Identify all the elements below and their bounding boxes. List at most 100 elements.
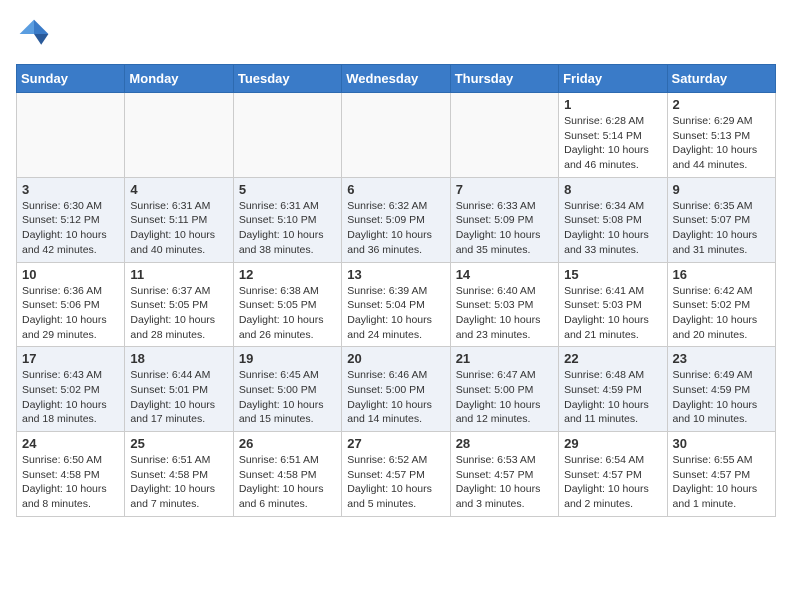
calendar-week-row: 1 Sunrise: 6:28 AM Sunset: 5:14 PM Daylig… bbox=[17, 93, 776, 178]
calendar-week-row: 17 Sunrise: 6:43 AM Sunset: 5:02 PM Dayli… bbox=[17, 347, 776, 432]
weekday-header: Friday bbox=[559, 65, 667, 93]
calendar-cell: 11 Sunrise: 6:37 AM Sunset: 5:05 PM Dayli… bbox=[125, 262, 233, 347]
day-number: 17 bbox=[22, 351, 119, 366]
day-info: Sunrise: 6:42 AM Sunset: 5:02 PM Dayligh… bbox=[673, 284, 770, 343]
day-number: 29 bbox=[564, 436, 661, 451]
calendar-cell: 1 Sunrise: 6:28 AM Sunset: 5:14 PM Daylig… bbox=[559, 93, 667, 178]
day-info: Sunrise: 6:34 AM Sunset: 5:08 PM Dayligh… bbox=[564, 199, 661, 258]
calendar-cell: 26Sunrise: 6:51 AM Sunset: 4:58 PM Dayli… bbox=[233, 432, 341, 517]
day-number: 25 bbox=[130, 436, 227, 451]
day-number: 20 bbox=[347, 351, 444, 366]
page-header bbox=[16, 16, 776, 52]
day-info: Sunrise: 6:53 AM Sunset: 4:57 PM Dayligh… bbox=[456, 453, 553, 512]
calendar-cell: 4 Sunrise: 6:31 AM Sunset: 5:11 PM Daylig… bbox=[125, 177, 233, 262]
calendar-cell: 12 Sunrise: 6:38 AM Sunset: 5:05 PM Dayli… bbox=[233, 262, 341, 347]
calendar-cell: 21Sunrise: 6:47 AM Sunset: 5:00 PM Dayli… bbox=[450, 347, 558, 432]
day-info: Sunrise: 6:30 AM Sunset: 5:12 PM Dayligh… bbox=[22, 199, 119, 258]
weekday-header: Tuesday bbox=[233, 65, 341, 93]
calendar-cell: 23 Sunrise: 6:49 AM Sunset: 4:59 PM Dayli… bbox=[667, 347, 775, 432]
calendar-cell: 10 Sunrise: 6:36 AM Sunset: 5:06 PM Dayli… bbox=[17, 262, 125, 347]
day-info: Sunrise: 6:44 AM Sunset: 5:01 PM Dayligh… bbox=[130, 368, 227, 427]
day-info: Sunrise: 6:37 AM Sunset: 5:05 PM Dayligh… bbox=[130, 284, 227, 343]
calendar-cell: 22 Sunrise: 6:48 AM Sunset: 4:59 PM Dayli… bbox=[559, 347, 667, 432]
logo bbox=[16, 16, 56, 52]
calendar-week-row: 24 Sunrise: 6:50 AM Sunset: 4:58 PM Dayli… bbox=[17, 432, 776, 517]
day-number: 24 bbox=[22, 436, 119, 451]
calendar-cell: 15 Sunrise: 6:41 AM Sunset: 5:03 PM Dayli… bbox=[559, 262, 667, 347]
calendar-cell: 2 Sunrise: 6:29 AM Sunset: 5:13 PM Daylig… bbox=[667, 93, 775, 178]
day-info: Sunrise: 6:31 AM Sunset: 5:10 PM Dayligh… bbox=[239, 199, 336, 258]
day-info: Sunrise: 6:32 AM Sunset: 5:09 PM Dayligh… bbox=[347, 199, 444, 258]
day-info: Sunrise: 6:52 AM Sunset: 4:57 PM Dayligh… bbox=[347, 453, 444, 512]
calendar-cell: 29 Sunrise: 6:54 AM Sunset: 4:57 PM Dayli… bbox=[559, 432, 667, 517]
day-info: Sunrise: 6:54 AM Sunset: 4:57 PM Dayligh… bbox=[564, 453, 661, 512]
day-number: 13 bbox=[347, 267, 444, 282]
calendar-cell: 20 Sunrise: 6:46 AM Sunset: 5:00 PM Dayli… bbox=[342, 347, 450, 432]
calendar-week-row: 10 Sunrise: 6:36 AM Sunset: 5:06 PM Dayli… bbox=[17, 262, 776, 347]
day-info: Sunrise: 6:47 AM Sunset: 5:00 PM Dayligh… bbox=[456, 368, 553, 427]
calendar-cell: 14Sunrise: 6:40 AM Sunset: 5:03 PM Dayli… bbox=[450, 262, 558, 347]
day-number: 9 bbox=[673, 182, 770, 197]
calendar-cell: 16 Sunrise: 6:42 AM Sunset: 5:02 PM Dayli… bbox=[667, 262, 775, 347]
day-info: Sunrise: 6:39 AM Sunset: 5:04 PM Dayligh… bbox=[347, 284, 444, 343]
day-info: Sunrise: 6:40 AM Sunset: 5:03 PM Dayligh… bbox=[456, 284, 553, 343]
day-number: 5 bbox=[239, 182, 336, 197]
day-info: Sunrise: 6:38 AM Sunset: 5:05 PM Dayligh… bbox=[239, 284, 336, 343]
day-info: Sunrise: 6:28 AM Sunset: 5:14 PM Dayligh… bbox=[564, 114, 661, 173]
day-number: 23 bbox=[673, 351, 770, 366]
day-number: 16 bbox=[673, 267, 770, 282]
calendar-cell: 25Sunrise: 6:51 AM Sunset: 4:58 PM Dayli… bbox=[125, 432, 233, 517]
calendar-week-row: 3 Sunrise: 6:30 AM Sunset: 5:12 PM Daylig… bbox=[17, 177, 776, 262]
calendar-cell: 24 Sunrise: 6:50 AM Sunset: 4:58 PM Dayli… bbox=[17, 432, 125, 517]
day-info: Sunrise: 6:31 AM Sunset: 5:11 PM Dayligh… bbox=[130, 199, 227, 258]
day-number: 7 bbox=[456, 182, 553, 197]
day-info: Sunrise: 6:36 AM Sunset: 5:06 PM Dayligh… bbox=[22, 284, 119, 343]
calendar-cell: 30 Sunrise: 6:55 AM Sunset: 4:57 PM Dayli… bbox=[667, 432, 775, 517]
logo-icon bbox=[16, 16, 52, 52]
day-number: 19 bbox=[239, 351, 336, 366]
weekday-header: Monday bbox=[125, 65, 233, 93]
day-info: Sunrise: 6:51 AM Sunset: 4:58 PM Dayligh… bbox=[239, 453, 336, 512]
calendar-cell: 5 Sunrise: 6:31 AM Sunset: 5:10 PM Daylig… bbox=[233, 177, 341, 262]
day-number: 12 bbox=[239, 267, 336, 282]
day-info: Sunrise: 6:46 AM Sunset: 5:00 PM Dayligh… bbox=[347, 368, 444, 427]
calendar-cell bbox=[342, 93, 450, 178]
weekday-header: Sunday bbox=[17, 65, 125, 93]
day-number: 4 bbox=[130, 182, 227, 197]
calendar-cell bbox=[233, 93, 341, 178]
day-info: Sunrise: 6:55 AM Sunset: 4:57 PM Dayligh… bbox=[673, 453, 770, 512]
day-info: Sunrise: 6:29 AM Sunset: 5:13 PM Dayligh… bbox=[673, 114, 770, 173]
day-number: 11 bbox=[130, 267, 227, 282]
weekday-header: Thursday bbox=[450, 65, 558, 93]
day-info: Sunrise: 6:35 AM Sunset: 5:07 PM Dayligh… bbox=[673, 199, 770, 258]
day-number: 1 bbox=[564, 97, 661, 112]
calendar-cell bbox=[450, 93, 558, 178]
calendar-cell: 7Sunrise: 6:33 AM Sunset: 5:09 PM Daylig… bbox=[450, 177, 558, 262]
day-number: 18 bbox=[130, 351, 227, 366]
day-number: 10 bbox=[22, 267, 119, 282]
calendar-cell: 19 Sunrise: 6:45 AM Sunset: 5:00 PM Dayli… bbox=[233, 347, 341, 432]
calendar-cell bbox=[17, 93, 125, 178]
day-info: Sunrise: 6:45 AM Sunset: 5:00 PM Dayligh… bbox=[239, 368, 336, 427]
weekday-header: Wednesday bbox=[342, 65, 450, 93]
calendar-cell bbox=[125, 93, 233, 178]
calendar-cell: 3 Sunrise: 6:30 AM Sunset: 5:12 PM Daylig… bbox=[17, 177, 125, 262]
day-number: 30 bbox=[673, 436, 770, 451]
calendar-cell: 28Sunrise: 6:53 AM Sunset: 4:57 PM Dayli… bbox=[450, 432, 558, 517]
calendar-cell: 8 Sunrise: 6:34 AM Sunset: 5:08 PM Daylig… bbox=[559, 177, 667, 262]
day-info: Sunrise: 6:43 AM Sunset: 5:02 PM Dayligh… bbox=[22, 368, 119, 427]
day-info: Sunrise: 6:48 AM Sunset: 4:59 PM Dayligh… bbox=[564, 368, 661, 427]
day-info: Sunrise: 6:50 AM Sunset: 4:58 PM Dayligh… bbox=[22, 453, 119, 512]
day-info: Sunrise: 6:49 AM Sunset: 4:59 PM Dayligh… bbox=[673, 368, 770, 427]
day-number: 22 bbox=[564, 351, 661, 366]
calendar-cell: 6 Sunrise: 6:32 AM Sunset: 5:09 PM Daylig… bbox=[342, 177, 450, 262]
day-info: Sunrise: 6:41 AM Sunset: 5:03 PM Dayligh… bbox=[564, 284, 661, 343]
calendar-cell: 18 Sunrise: 6:44 AM Sunset: 5:01 PM Dayli… bbox=[125, 347, 233, 432]
day-number: 6 bbox=[347, 182, 444, 197]
calendar-header-row: SundayMondayTuesdayWednesdayThursdayFrid… bbox=[17, 65, 776, 93]
day-number: 8 bbox=[564, 182, 661, 197]
day-number: 3 bbox=[22, 182, 119, 197]
day-number: 15 bbox=[564, 267, 661, 282]
day-number: 2 bbox=[673, 97, 770, 112]
calendar-cell: 13 Sunrise: 6:39 AM Sunset: 5:04 PM Dayli… bbox=[342, 262, 450, 347]
